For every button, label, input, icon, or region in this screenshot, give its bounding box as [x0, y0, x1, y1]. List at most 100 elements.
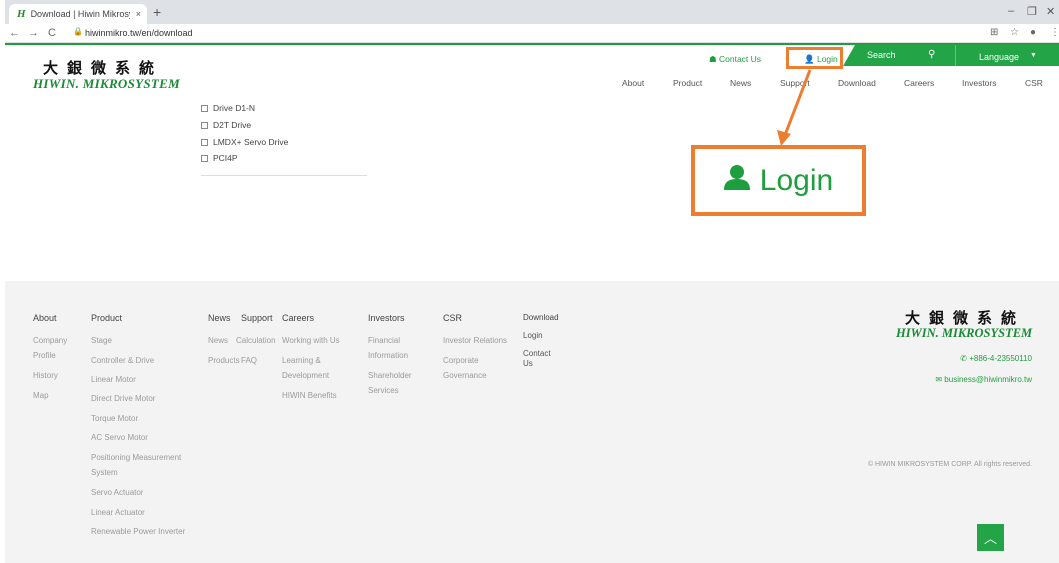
bookmark-star-icon[interactable]: ☆	[1010, 27, 1019, 38]
callout-highlight-box	[786, 47, 843, 69]
chevron-up-icon: ︿	[983, 531, 997, 546]
footer-email[interactable]: ✉ business@hiwinmikro.tw	[935, 375, 1032, 384]
footer-link[interactable]: Controller & Drive	[91, 353, 154, 368]
footer-link[interactable]: Direct Drive Motor	[91, 391, 155, 406]
tab-close-icon[interactable]: ×	[136, 9, 141, 19]
checkbox-lmdx-servo-drive[interactable]: LMDX+ Servo Drive	[201, 137, 288, 147]
nav-support[interactable]: Support	[780, 78, 810, 88]
footer-head-investors[interactable]: Investors	[368, 313, 405, 323]
footer-link[interactable]: Company	[33, 333, 67, 348]
footer-link[interactable]: Map	[33, 388, 49, 403]
footer-link[interactable]: Products	[208, 353, 240, 368]
checkbox[interactable]	[201, 154, 208, 162]
contact-us-link[interactable]: ☗ Contact Us	[709, 54, 761, 65]
footer-link[interactable]: Shareholder	[368, 368, 412, 383]
footer-link[interactable]: Linear Actuator	[91, 505, 145, 520]
footer-link[interactable]: Renewable Power Inverter	[91, 524, 185, 539]
footer-link[interactable]: AC Servo Motor	[91, 430, 148, 445]
footer-link[interactable]: Positioning Measurement	[91, 450, 181, 465]
footer-link[interactable]: Learning &	[282, 353, 321, 368]
forward-arrow-icon[interactable]: →	[28, 27, 39, 39]
phone-number: +886-4-23550110	[969, 354, 1032, 363]
browser-tab-strip: H Download | Hiwin Mikrosystem × + – ❐ ✕	[5, 0, 1059, 24]
footer-head-support[interactable]: Support	[241, 313, 273, 323]
back-arrow-icon[interactable]: ←	[9, 27, 20, 39]
nav-csr[interactable]: CSR	[1025, 78, 1043, 88]
footer-link[interactable]: Development	[282, 368, 329, 383]
nav-about[interactable]: About	[622, 78, 644, 88]
footer-link[interactable]: News	[208, 333, 228, 348]
footer-link[interactable]: Profile	[33, 348, 56, 363]
menu-dots-icon[interactable]: ⋮	[1050, 27, 1059, 38]
footer-link[interactable]: Investor Relations	[443, 333, 507, 348]
reload-icon[interactable]: C	[48, 27, 56, 39]
footer-link[interactable]: HIWIN Benefits	[282, 388, 337, 403]
footer-head-news[interactable]: News	[208, 313, 231, 323]
checkbox[interactable]	[201, 138, 208, 146]
footer-logo-chinese: 大銀微系統	[905, 309, 1026, 327]
back-to-top-button[interactable]: ︿	[977, 524, 1004, 551]
footer-link[interactable]: Us	[523, 356, 533, 371]
header-green-line	[5, 43, 1059, 45]
nav-careers[interactable]: Careers	[904, 78, 934, 88]
search-icon[interactable]: ⚲	[928, 49, 935, 60]
email-address: business@hiwinmikro.tw	[944, 375, 1032, 384]
footer	[5, 281, 1059, 563]
chevron-down-icon[interactable]: ▼	[1030, 52, 1037, 59]
footer-link[interactable]: History	[33, 368, 58, 383]
user-icon	[723, 164, 750, 198]
footer-link[interactable]: System	[91, 465, 118, 480]
footer-link[interactable]: Linear Motor	[91, 372, 136, 387]
footer-link[interactable]: Working with Us	[282, 333, 340, 348]
footer-head-careers[interactable]: Careers	[282, 313, 314, 323]
window-close-icon[interactable]: ✕	[1046, 5, 1055, 18]
footer-link[interactable]: Corporate	[443, 353, 479, 368]
footer-link[interactable]: FAQ	[241, 353, 257, 368]
footer-head-csr[interactable]: CSR	[443, 313, 462, 323]
checkbox-drive-d1n[interactable]: Drive D1-N	[201, 103, 255, 113]
hiwin-favicon-icon: H	[17, 8, 26, 20]
footer-link[interactable]: Calculation	[236, 333, 276, 348]
footer-link[interactable]: Financial	[368, 333, 400, 348]
minimize-icon[interactable]: –	[1008, 5, 1014, 17]
footer-link[interactable]: Stage	[91, 333, 112, 348]
logo-chinese[interactable]: 大銀微系統	[43, 57, 163, 78]
tab-title: Download | Hiwin Mikrosystem	[30, 9, 130, 19]
footer-link[interactable]: Servo Actuator	[91, 485, 143, 500]
checkbox-pci4p[interactable]: PCI4P	[201, 153, 238, 163]
translate-icon[interactable]: ⊞	[990, 27, 998, 38]
nav-investors[interactable]: Investors	[962, 78, 997, 88]
footer-head-product[interactable]: Product	[91, 313, 122, 323]
checkbox-label: D2T Drive	[213, 120, 252, 130]
footer-link[interactable]: Torque Motor	[91, 411, 138, 426]
language-selector[interactable]: Language	[979, 52, 1019, 62]
checkbox-label: LMDX+ Servo Drive	[213, 137, 289, 147]
checkbox[interactable]	[201, 104, 208, 112]
logo-english[interactable]: HIWIN. MIKROSYSTEM	[33, 76, 180, 92]
new-tab-button[interactable]: +	[153, 4, 161, 20]
address-bar: ← → C 🔒 hiwinmikro.tw/en/download ⊞ ☆ ● …	[5, 24, 1059, 43]
copyright-text: © HIWIN MIKROSYSTEM CORP. All rights res…	[867, 461, 1032, 468]
checkbox[interactable]	[201, 121, 208, 129]
nav-download[interactable]: Download	[838, 78, 876, 88]
restore-icon[interactable]: ❐	[1027, 5, 1037, 18]
browser-tab[interactable]: H Download | Hiwin Mikrosystem ×	[9, 4, 147, 24]
footer-link[interactable]: Services	[368, 383, 399, 398]
footer-phone[interactable]: ✆ +886-4-23550110	[960, 354, 1032, 363]
nav-product[interactable]: Product	[673, 78, 702, 88]
callout-login-label: Login	[759, 163, 834, 197]
footer-link[interactable]: Governance	[443, 368, 487, 383]
checkbox-d2t-drive[interactable]: D2T Drive	[201, 120, 251, 130]
profile-icon[interactable]: ●	[1030, 27, 1036, 38]
footer-logo-english: HIWIN. MIKROSYSTEM	[896, 326, 1033, 340]
nav-news[interactable]: News	[730, 78, 751, 88]
footer-link[interactable]: Login	[523, 328, 543, 343]
footer-head-about[interactable]: About	[33, 313, 57, 323]
footer-head-download[interactable]: Download	[523, 313, 559, 322]
contact-us-label: Contact Us	[719, 54, 762, 64]
footer-link[interactable]: Information	[368, 348, 408, 363]
browser-window: H Download | Hiwin Mikrosystem × + – ❐ ✕…	[5, 0, 1059, 563]
url-field[interactable]: hiwinmikro.tw/en/download	[85, 28, 193, 38]
mail-icon: ✉	[935, 375, 943, 384]
search-label[interactable]: Search	[867, 50, 896, 60]
